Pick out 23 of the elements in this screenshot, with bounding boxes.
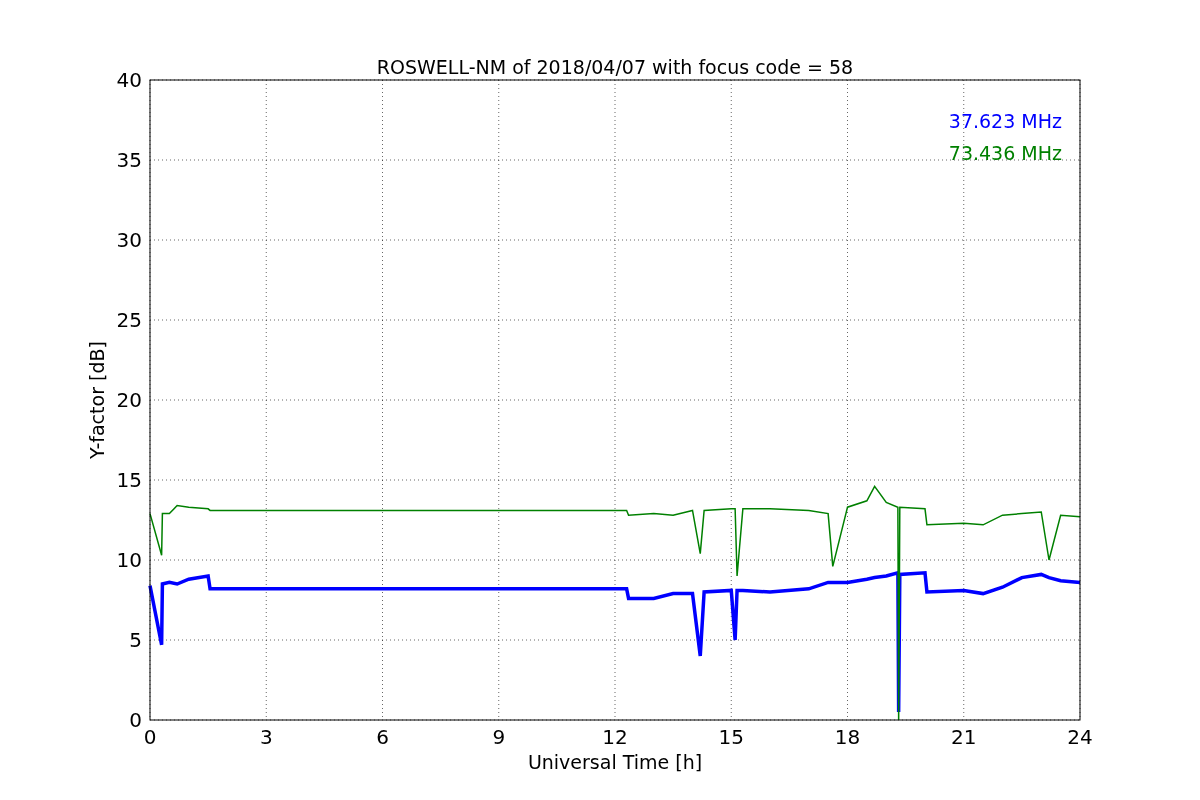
y-axis-label: Y-factor [dB] [86, 341, 108, 459]
x-axis-label: Universal Time [h] [527, 751, 703, 773]
x-tick-label: 15 [718, 725, 744, 749]
x-tick-label: 0 [143, 725, 157, 749]
legend-label: 73.436 MHz [948, 142, 1062, 164]
y-tick-label: 10 [116, 548, 142, 572]
x-tick-label: 18 [834, 725, 861, 749]
x-tick-label: 24 [1067, 725, 1093, 749]
x-tick-label: 12 [602, 725, 628, 749]
y-tick-label: 20 [116, 388, 142, 412]
y-tick-label: 0 [129, 708, 142, 732]
x-tick-label: 21 [951, 725, 977, 749]
y-tick-label: 25 [116, 308, 142, 332]
y-tick-label: 40 [116, 68, 142, 92]
y-tick-label: 30 [116, 228, 142, 252]
y-tick-label: 5 [129, 628, 142, 652]
x-tick-label: 6 [376, 725, 389, 749]
x-tick-label: 9 [492, 725, 506, 749]
y-tick-label: 15 [116, 468, 142, 492]
x-tick-label: 3 [259, 725, 273, 749]
chart-title: ROSWELL-NM of 2018/04/07 with focus code = 58 [376, 56, 854, 78]
legend-label: 37.623 MHz [948, 110, 1062, 132]
y-tick-label: 35 [116, 148, 142, 172]
